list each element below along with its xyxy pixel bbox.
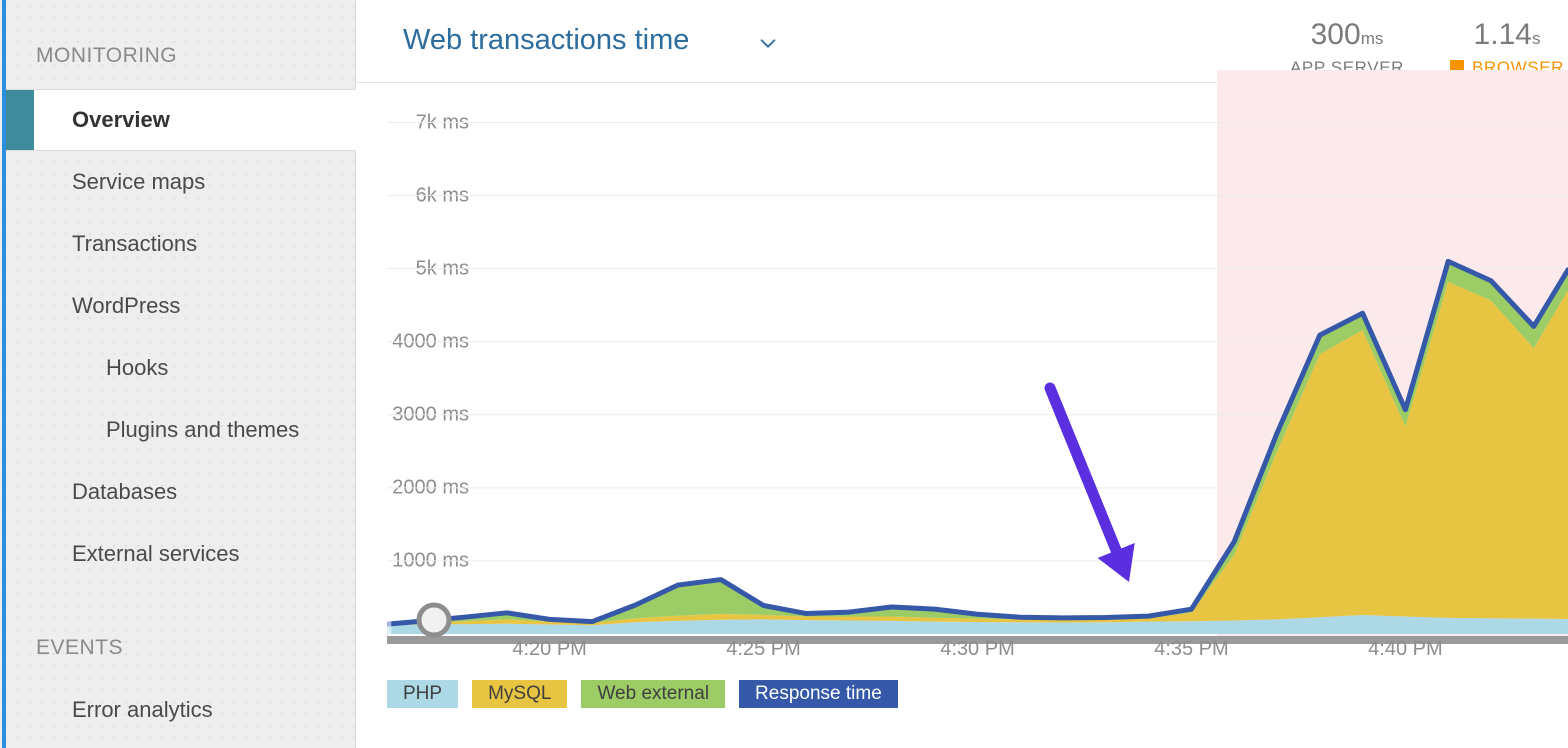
new-relic-monitoring-screen: MONITORING Overview Service maps Transac… bbox=[0, 0, 1568, 748]
x-axis-tick-label: 4:40 PM bbox=[1368, 638, 1442, 661]
sidebar-item-label: Transactions bbox=[6, 231, 197, 257]
range-scrubber-handle[interactable] bbox=[419, 605, 449, 635]
metric-number: 1.14 bbox=[1474, 18, 1532, 51]
metric-unit: s bbox=[1532, 29, 1541, 48]
x-axis-tick-label: 4:25 PM bbox=[726, 638, 800, 661]
chart-legend: PHP MySQL Web external Response time bbox=[387, 680, 898, 708]
metric-value: 300ms bbox=[1257, 20, 1437, 50]
sidebar-item-external-services[interactable]: External services bbox=[6, 523, 356, 585]
sidebar-item-wordpress[interactable]: WordPress bbox=[6, 275, 356, 337]
legend-item-mysql[interactable]: MySQL bbox=[472, 680, 567, 708]
sidebar-item-transactions[interactable]: Transactions bbox=[6, 213, 356, 275]
metric-unit: ms bbox=[1361, 29, 1384, 48]
sidebar-section-events: EVENTS bbox=[36, 636, 123, 660]
sidebar-item-hooks[interactable]: Hooks bbox=[6, 337, 356, 399]
out-of-range-overlay bbox=[387, 610, 391, 636]
sidebar-item-plugins-and-themes[interactable]: Plugins and themes bbox=[6, 399, 356, 461]
main-content: Web transactions time 300ms APP SERVER 1… bbox=[357, 0, 1568, 748]
sidebar-item-label: Service maps bbox=[6, 169, 205, 195]
web-transactions-time-chart: 7k ms6k ms5k ms4000 ms3000 ms2000 ms1000… bbox=[357, 70, 1568, 670]
page-title[interactable]: Web transactions time bbox=[403, 24, 689, 57]
x-axis-tick-label: 4:30 PM bbox=[940, 638, 1014, 661]
down-right-arrow-icon bbox=[1050, 388, 1135, 582]
sidebar-section-monitoring: MONITORING bbox=[36, 44, 177, 68]
metric-number: 300 bbox=[1311, 18, 1361, 51]
sidebar-item-error-analytics[interactable]: Error analytics bbox=[6, 679, 356, 741]
sidebar-item-label: Plugins and themes bbox=[6, 417, 299, 443]
x-axis-tick-label: 4:35 PM bbox=[1154, 638, 1228, 661]
sidebar-item-overview[interactable]: Overview bbox=[6, 89, 356, 151]
sidebar-navigation: MONITORING Overview Service maps Transac… bbox=[0, 0, 356, 748]
sidebar-item-label: Error analytics bbox=[6, 697, 213, 723]
sidebar-item-databases[interactable]: Databases bbox=[6, 461, 356, 523]
chart-plot-area[interactable] bbox=[387, 70, 1568, 670]
legend-item-response-time[interactable]: Response time bbox=[739, 680, 898, 708]
sidebar-item-service-maps[interactable]: Service maps bbox=[6, 151, 356, 213]
active-item-accent bbox=[6, 90, 34, 150]
x-axis-labels: 4:20 PM 4:25 PM 4:30 PM 4:35 PM 4:40 PM bbox=[387, 638, 1568, 678]
sidebar-item-label: WordPress bbox=[6, 293, 180, 319]
chevron-down-icon[interactable] bbox=[757, 32, 779, 54]
legend-item-web-external[interactable]: Web external bbox=[581, 680, 725, 708]
metric-value: 1.14s bbox=[1442, 20, 1568, 50]
sidebar-item-label: Databases bbox=[6, 479, 177, 505]
legend-item-php[interactable]: PHP bbox=[387, 680, 458, 708]
sidebar-item-label: External services bbox=[6, 541, 240, 567]
sidebar-item-label: Hooks bbox=[6, 355, 168, 381]
x-axis-tick-label: 4:20 PM bbox=[512, 638, 586, 661]
